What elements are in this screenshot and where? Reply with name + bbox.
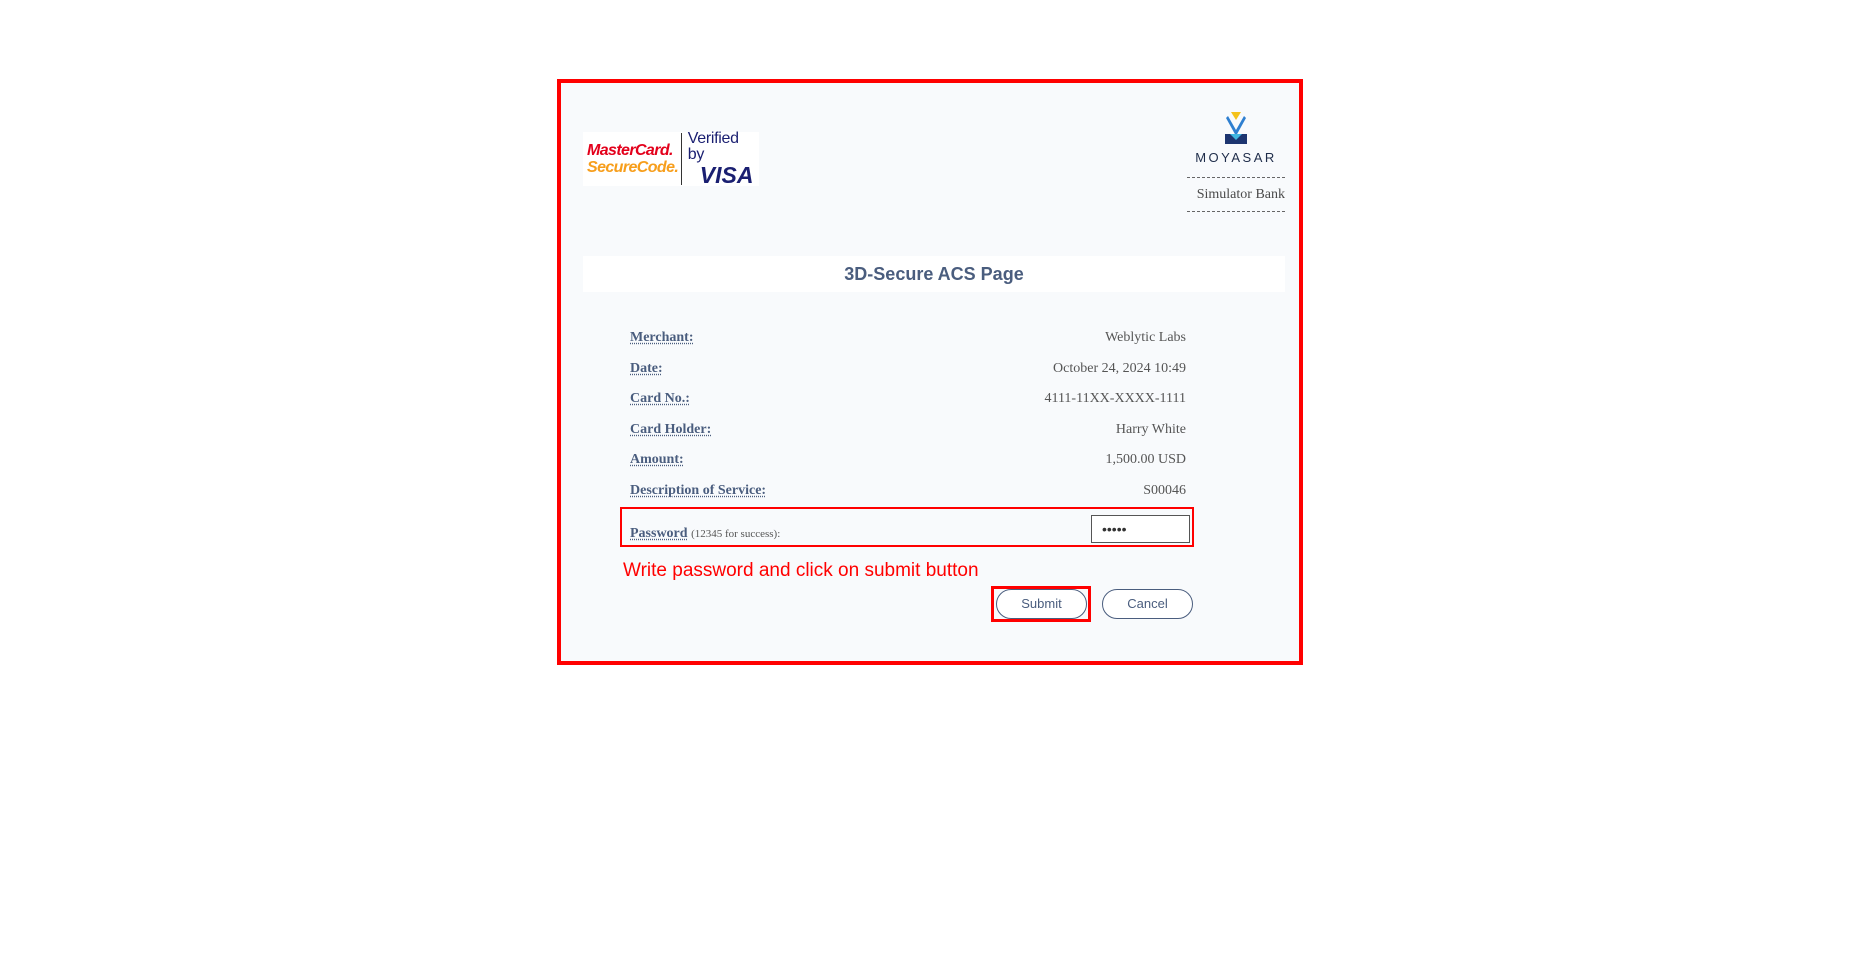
password-label: Password (12345 for success): [630,526,780,542]
detail-value: Harry White [1115,421,1186,437]
instruction-text: Write password and click on submit butto… [623,560,979,581]
detail-label: Card Holder: [630,421,712,437]
moyasar-logo-icon [1225,112,1247,144]
detail-label: Merchant: [630,330,694,345]
card-scheme-logos: MasterCard. SecureCode. Verified by VISA [583,131,759,187]
visa-logo-line1: Verified by [687,130,739,163]
bank-name: Simulator Bank [1187,177,1285,212]
password-row-highlight: Password (12345 for success): [620,507,1194,547]
acs-frame: MasterCard. SecureCode. Verified by VISA… [557,79,1303,665]
detail-row-amount: Amount: 1,500.00 USD [630,448,1186,479]
bank-brand: MOYASAR Simulator Bank [1187,110,1285,212]
detail-label: Amount: [630,452,684,467]
password-label-text: Password [630,526,688,541]
page-title: 3D-Secure ACS Page [583,256,1285,292]
detail-value: S00046 [1143,482,1186,498]
detail-value: October 24, 2024 10:49 [1053,360,1186,376]
detail-value: 1,500.00 USD [1105,452,1186,467]
submit-button[interactable]: Submit [996,589,1087,619]
detail-row-card-holder: Card Holder: Harry White [630,418,1186,449]
transaction-details: Merchant: Weblytic Labs Date: October 24… [630,326,1186,509]
mastercard-logo-line2: SecureCode. [587,159,679,176]
detail-label: Card No.: [630,391,690,406]
logo-divider [680,133,682,185]
mastercard-securecode-logo: MasterCard. SecureCode. [583,142,679,176]
detail-row-description: Description of Service: S00046 [630,479,1186,510]
password-hint: (12345 for success): [691,528,781,540]
detail-value: 4111-11XX-XXXX-1111 [1044,391,1186,406]
cancel-button[interactable]: Cancel [1102,589,1193,619]
detail-label: Description of Service: [630,482,767,498]
moyasar-wordmark: MOYASAR [1195,150,1277,165]
mastercard-logo-line1: MasterCard. [587,142,673,159]
detail-row-merchant: Merchant: Weblytic Labs [630,326,1186,357]
detail-value: Weblytic Labs [1105,330,1186,345]
detail-label: Date: [630,360,663,376]
visa-logo-line2: VISA [699,162,754,188]
detail-row-card-number: Card No.: 4111-11XX-XXXX-1111 [630,387,1186,418]
detail-row-date: Date: October 24, 2024 10:49 [630,357,1186,388]
verified-by-visa-logo: Verified by VISA [688,131,759,187]
password-input[interactable] [1091,515,1190,543]
